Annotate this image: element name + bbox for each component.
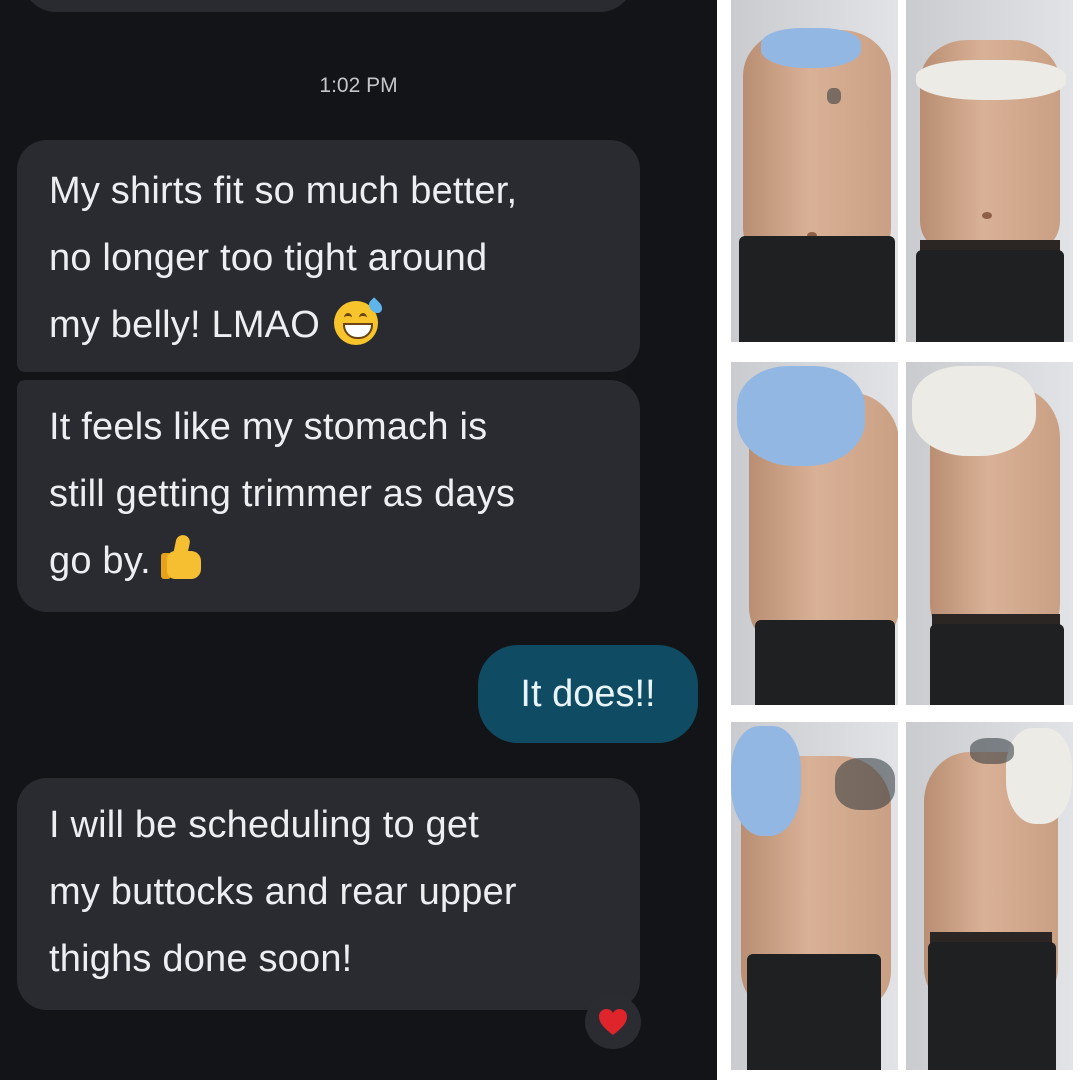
message-line: thighs done soon!: [49, 938, 353, 980]
panel-divider: [717, 0, 729, 1080]
received-message-3[interactable]: I will be scheduling to get my buttocks …: [17, 778, 640, 1010]
previous-message-bubble[interactable]: [22, 0, 634, 12]
message-timestamp: 1:02 PM: [319, 74, 398, 97]
message-line: my buttocks and rear upper: [49, 871, 517, 913]
received-message-2[interactable]: It feels like my stomach is still gettin…: [17, 380, 640, 612]
message-line: It feels like my stomach is: [49, 406, 488, 448]
message-line: My shirts fit so much better,: [49, 170, 518, 212]
before-photo-front[interactable]: [731, 0, 898, 342]
thumbs-up-emoji-icon: [160, 533, 207, 581]
message-line: still getting trimmer as days: [49, 473, 516, 515]
received-message-1[interactable]: My shirts fit so much better, no longer …: [17, 140, 640, 372]
before-photo-side-left[interactable]: [731, 722, 898, 1070]
before-photo-side-right[interactable]: [731, 362, 898, 705]
heart-reaction[interactable]: [585, 995, 641, 1049]
message-line: go by.: [49, 540, 151, 582]
after-photo-side-right[interactable]: [906, 362, 1073, 705]
message-line: my belly! LMAO: [49, 304, 320, 346]
grinning-sweat-emoji-icon: [333, 297, 385, 345]
sent-message[interactable]: It does!!: [478, 645, 698, 743]
after-photo-front[interactable]: [906, 0, 1073, 342]
message-line: I will be scheduling to get: [49, 804, 479, 846]
chat-panel: 1:02 PM My shirts fit so much better, no…: [0, 0, 717, 1080]
red-heart-icon: [599, 1009, 627, 1035]
message-line: no longer too tight around: [49, 237, 488, 279]
after-photo-side-left[interactable]: [906, 722, 1073, 1070]
